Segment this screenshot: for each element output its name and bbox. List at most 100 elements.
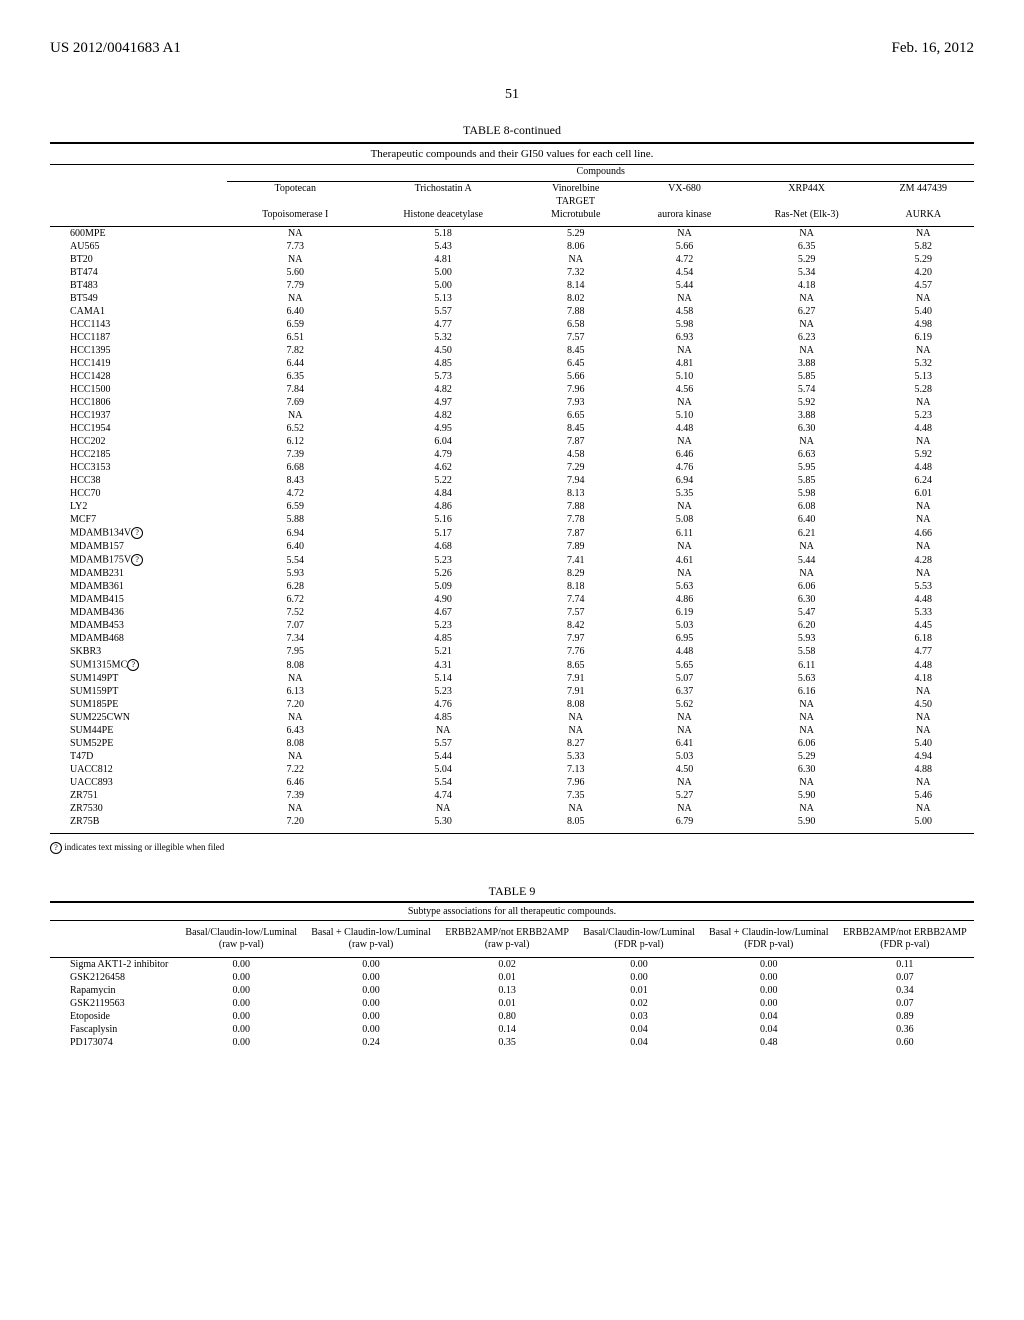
cell: NA bbox=[628, 802, 741, 815]
cell: 8.08 bbox=[227, 737, 363, 750]
cell: 0.01 bbox=[576, 984, 702, 997]
row-label: ZR751 bbox=[50, 789, 227, 802]
cell: 0.00 bbox=[178, 984, 304, 997]
row-label: 600MPE bbox=[50, 227, 227, 241]
cell: 5.23 bbox=[363, 553, 523, 567]
cell: 3.88 bbox=[741, 409, 873, 422]
cell: 5.18 bbox=[363, 227, 523, 241]
target-col: Histone deacetylase bbox=[363, 208, 523, 227]
cell: NA bbox=[628, 396, 741, 409]
cell: 0.11 bbox=[836, 958, 974, 972]
cell: 5.23 bbox=[363, 619, 523, 632]
cell: 5.33 bbox=[523, 750, 628, 763]
table-row: 600MPENA5.185.29NANANA bbox=[50, 227, 974, 241]
table-row: HCC15007.844.827.964.565.745.28 bbox=[50, 383, 974, 396]
cell: NA bbox=[628, 344, 741, 357]
table-row: SUM1315MC?8.084.318.655.656.114.48 bbox=[50, 658, 974, 672]
cell: 4.94 bbox=[873, 750, 974, 763]
cell: 6.30 bbox=[741, 593, 873, 606]
t9-col-header: Basal + Claudin-low/Luminal (raw p-val) bbox=[304, 921, 438, 958]
table-row: SUM185PE7.204.768.085.62NA4.50 bbox=[50, 698, 974, 711]
cell: 4.48 bbox=[873, 422, 974, 435]
cell: 0.00 bbox=[702, 984, 836, 997]
cell: 0.07 bbox=[836, 971, 974, 984]
table-row: ZR7530NANANANANANA bbox=[50, 802, 974, 815]
cell: 6.46 bbox=[227, 776, 363, 789]
table-row: SKBR37.955.217.764.485.584.77 bbox=[50, 645, 974, 658]
cell: 5.44 bbox=[628, 279, 741, 292]
cell: 4.50 bbox=[873, 698, 974, 711]
cell: 0.60 bbox=[836, 1036, 974, 1049]
cell: 5.90 bbox=[741, 815, 873, 834]
cell: 0.34 bbox=[836, 984, 974, 997]
row-label: HCC1395 bbox=[50, 344, 227, 357]
cell: 0.01 bbox=[438, 971, 576, 984]
cell: 0.80 bbox=[438, 1010, 576, 1023]
table-row: MDAMB175V?5.545.237.414.615.444.28 bbox=[50, 553, 974, 567]
cell: 0.00 bbox=[576, 958, 702, 972]
cell: 8.45 bbox=[523, 344, 628, 357]
table-row: GSK21195630.000.000.010.020.000.07 bbox=[50, 997, 974, 1010]
cell: NA bbox=[227, 711, 363, 724]
cell: 6.68 bbox=[227, 461, 363, 474]
table-row: HCC21857.394.794.586.466.635.92 bbox=[50, 448, 974, 461]
cell: 4.50 bbox=[628, 763, 741, 776]
cell: NA bbox=[523, 711, 628, 724]
cell: 8.06 bbox=[523, 240, 628, 253]
cell: 5.29 bbox=[873, 253, 974, 266]
cell: 5.29 bbox=[741, 253, 873, 266]
cell: NA bbox=[741, 344, 873, 357]
row-label: SUM52PE bbox=[50, 737, 227, 750]
table-row: Fascaplysin0.000.000.140.040.040.36 bbox=[50, 1023, 974, 1036]
table9-subtitle: Subtype associations for all therapeutic… bbox=[50, 902, 974, 921]
row-label: SUM1315MC? bbox=[50, 658, 227, 672]
cell: NA bbox=[741, 567, 873, 580]
cell: NA bbox=[873, 724, 974, 737]
cell: NA bbox=[523, 253, 628, 266]
compound-col: Vinorelbine bbox=[523, 182, 628, 196]
cell: 5.22 bbox=[363, 474, 523, 487]
cell: NA bbox=[628, 500, 741, 513]
cell: 6.21 bbox=[741, 526, 873, 540]
cell: 6.01 bbox=[873, 487, 974, 500]
table-row: Sigma AKT1-2 inhibitor0.000.000.020.000.… bbox=[50, 958, 974, 972]
cell: 5.53 bbox=[873, 580, 974, 593]
cell: 5.21 bbox=[363, 645, 523, 658]
cell: 5.82 bbox=[873, 240, 974, 253]
t9-col-header: Basal/Claudin-low/Luminal (raw p-val) bbox=[178, 921, 304, 958]
cell: 8.29 bbox=[523, 567, 628, 580]
cell: 7.41 bbox=[523, 553, 628, 567]
cell: 5.54 bbox=[363, 776, 523, 789]
cell: 6.28 bbox=[227, 580, 363, 593]
cell: NA bbox=[227, 750, 363, 763]
cell: 0.00 bbox=[304, 1010, 438, 1023]
row-label: HCC1428 bbox=[50, 370, 227, 383]
row-label: HCC1937 bbox=[50, 409, 227, 422]
cell: 5.44 bbox=[363, 750, 523, 763]
table-row: UACC8127.225.047.134.506.304.88 bbox=[50, 763, 974, 776]
doc-id: US 2012/0041683 A1 bbox=[50, 40, 181, 57]
cell: 5.08 bbox=[628, 513, 741, 526]
row-label: SUM159PT bbox=[50, 685, 227, 698]
cell: 5.35 bbox=[628, 487, 741, 500]
cell: 5.85 bbox=[741, 474, 873, 487]
cell: NA bbox=[873, 711, 974, 724]
cell: 5.13 bbox=[873, 370, 974, 383]
cell: 4.88 bbox=[873, 763, 974, 776]
table-row: MDAMB134V?6.945.177.876.116.214.66 bbox=[50, 526, 974, 540]
cell: 7.13 bbox=[523, 763, 628, 776]
table-row: LY26.594.867.88NA6.08NA bbox=[50, 500, 974, 513]
row-label: SUM225CWN bbox=[50, 711, 227, 724]
cell: 4.85 bbox=[363, 632, 523, 645]
cell: NA bbox=[628, 776, 741, 789]
cell: 6.30 bbox=[741, 422, 873, 435]
cell: 7.07 bbox=[227, 619, 363, 632]
cell: 7.93 bbox=[523, 396, 628, 409]
row-label: SUM149PT bbox=[50, 672, 227, 685]
row-label: MDAMB415 bbox=[50, 593, 227, 606]
row-label: HCC70 bbox=[50, 487, 227, 500]
cell: 5.27 bbox=[628, 789, 741, 802]
table-row: BT549NA5.138.02NANANA bbox=[50, 292, 974, 305]
cell: 5.10 bbox=[628, 409, 741, 422]
row-label: SUM185PE bbox=[50, 698, 227, 711]
